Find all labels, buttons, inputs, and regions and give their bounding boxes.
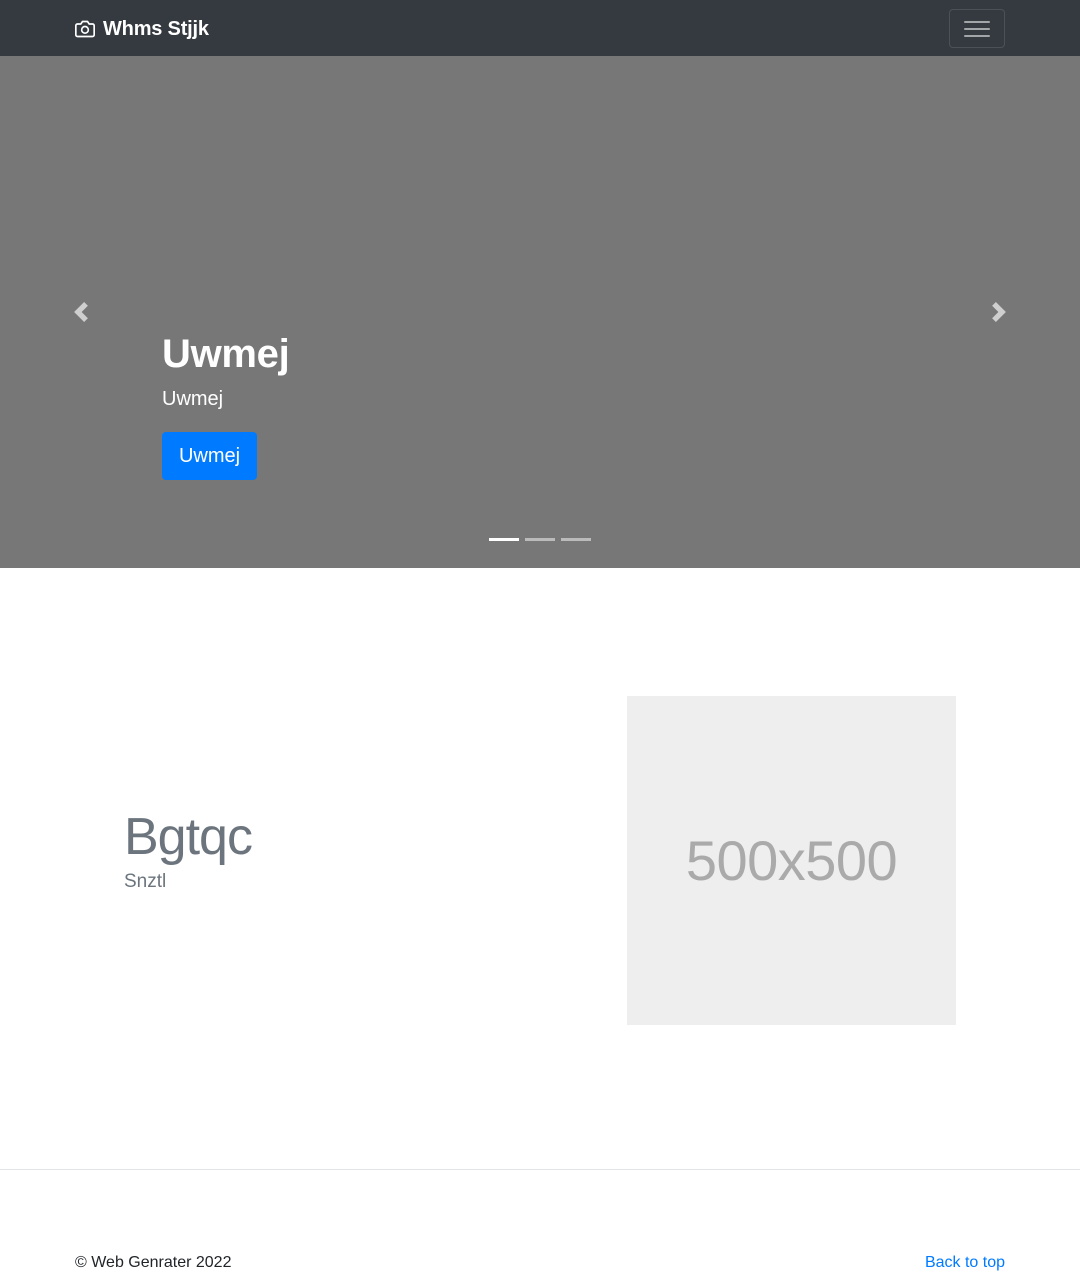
chevron-right-icon (992, 302, 1006, 322)
featurette-heading: Bgtqc (124, 808, 253, 866)
camera-icon (75, 20, 95, 38)
slide-text: Uwmej (162, 388, 224, 410)
hamburger-menu-icon (964, 19, 990, 39)
hero-carousel: Uwmej Uwmej Uwmej (0, 56, 1080, 568)
brand-name: Whms Stjjk (103, 18, 209, 40)
carousel-next-control[interactable] (918, 56, 1080, 568)
brand-link[interactable]: Whms Stjjk (75, 16, 209, 42)
navbar-toggler-button[interactable] (949, 9, 1005, 48)
back-to-top-link[interactable]: Back to top (925, 1252, 1005, 1274)
chevron-left-icon (74, 302, 88, 322)
carousel-indicators (489, 538, 597, 541)
footer-divider (0, 1169, 1080, 1170)
featurette-lead: Snztl (124, 871, 167, 892)
placeholder-size-label: 500x500 (685, 829, 898, 892)
footer-copyright: © Web Genrater 2022 (75, 1254, 232, 1271)
carousel-prev-control[interactable] (0, 56, 162, 568)
carousel-indicator-3[interactable] (561, 538, 591, 541)
slide-cta-button[interactable]: Uwmej (162, 432, 257, 480)
slide-title: Uwmej (162, 332, 290, 376)
navbar: Whms Stjjk (0, 0, 1080, 56)
carousel-indicator-1[interactable] (489, 538, 519, 541)
carousel-indicator-2[interactable] (525, 538, 555, 541)
featurette-image-placeholder: 500x500 (627, 696, 956, 1025)
carousel-caption: Uwmej Uwmej Uwmej (162, 326, 290, 480)
